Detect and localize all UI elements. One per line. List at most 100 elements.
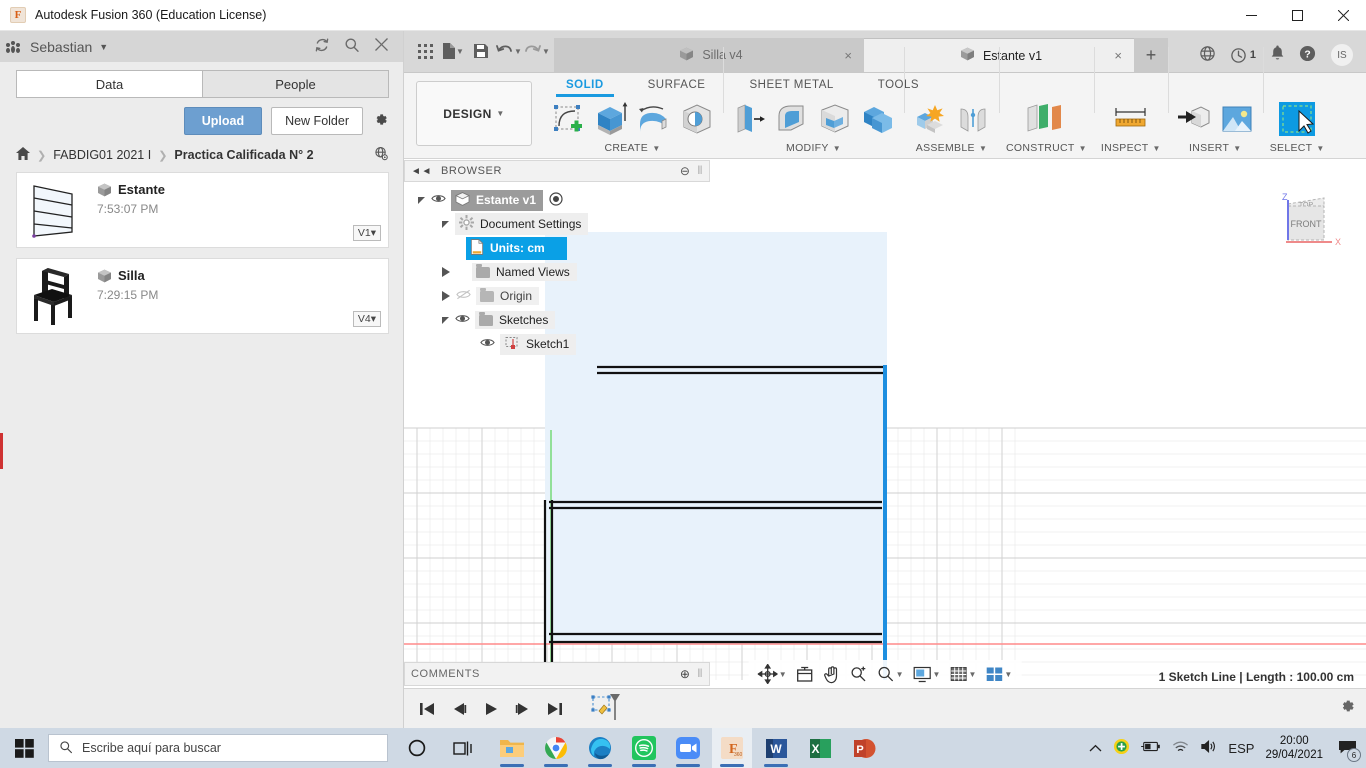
refresh-icon[interactable] (314, 37, 330, 56)
powerpoint-icon[interactable]: P (844, 728, 884, 768)
view-cube[interactable]: TOP FRONT Z X (1272, 186, 1346, 256)
spotify-icon[interactable] (624, 728, 664, 768)
collapse-triangle-icon[interactable] (442, 267, 450, 277)
tree-node-named-views[interactable]: Named Views (404, 260, 710, 284)
chevron-down-icon[interactable]: ▼ (896, 670, 904, 679)
close-button[interactable] (1320, 0, 1366, 31)
comments-panel[interactable]: COMMENTS ⊕ ⦀ (404, 662, 710, 686)
tree-node-pill[interactable]: Origin (476, 287, 540, 305)
tree-node-sketch1[interactable]: Sketch1 (404, 332, 710, 356)
ribbon-group-label[interactable]: INSERT ▼ (1189, 142, 1241, 154)
orbit-icon[interactable]: ▼ (755, 662, 790, 686)
task-view-icon[interactable] (440, 728, 486, 768)
tree-node-sketches[interactable]: Sketches (404, 308, 710, 332)
step-forward-icon[interactable] (510, 696, 536, 722)
show-hidden-icons-icon[interactable] (1089, 741, 1102, 756)
tree-node-pill[interactable]: Document Settings (455, 213, 589, 235)
zoom-icon[interactable] (668, 728, 708, 768)
tree-node-pill[interactable]: Sketches (475, 311, 556, 329)
breadcrumb-project[interactable]: FABDIG01 2021 I (53, 148, 151, 162)
tree-node-pill[interactable]: Sketch1 (500, 333, 577, 355)
create-sketch-icon[interactable] (549, 99, 587, 139)
ribbon-group-label[interactable]: INSPECT ▼ (1101, 142, 1161, 154)
pan-icon[interactable] (820, 663, 844, 686)
timeline-settings-gear-icon[interactable] (1338, 697, 1356, 720)
upload-button[interactable]: Upload (183, 107, 263, 135)
language-indicator[interactable]: ESP (1228, 741, 1254, 756)
recent-jobs-icon[interactable]: 1 (1230, 47, 1256, 64)
document-tab-silla[interactable]: Silla v4 × (554, 38, 864, 72)
new-component-icon[interactable] (911, 99, 949, 139)
help-icon[interactable]: ? (1299, 45, 1316, 66)
volume-icon[interactable] (1200, 739, 1217, 757)
tree-node-pill[interactable]: Units: cm (466, 236, 567, 260)
antivirus-icon[interactable] (1113, 738, 1130, 758)
item-version-badge[interactable]: V1▾ (352, 225, 381, 241)
close-icon[interactable]: × (1114, 48, 1122, 63)
zoom-window-icon[interactable]: ▼ (874, 663, 907, 685)
chevron-down-icon[interactable]: ▼ (968, 670, 976, 679)
visibility-eye-icon[interactable] (431, 193, 446, 207)
grid-apps-icon[interactable] (412, 37, 438, 65)
tree-node-pill[interactable]: Estante v1 (451, 189, 544, 211)
minimize-button[interactable] (1228, 0, 1274, 31)
tree-node-document-settings[interactable]: Document Settings (404, 212, 710, 236)
maximize-button[interactable] (1274, 0, 1320, 31)
revolve-icon[interactable] (635, 99, 673, 139)
new-folder-button[interactable]: New Folder (271, 107, 363, 135)
shell-icon[interactable] (816, 99, 854, 139)
tab-data[interactable]: Data (16, 70, 202, 98)
search-icon[interactable] (344, 37, 360, 56)
visibility-eye-off-icon[interactable] (456, 289, 471, 303)
measure-icon[interactable] (1109, 99, 1153, 139)
clock[interactable]: 20:00 29/04/2021 (1265, 734, 1323, 762)
display-settings-icon[interactable]: ▼ (910, 664, 944, 685)
extrude-icon[interactable] (592, 99, 630, 139)
edge-icon[interactable] (580, 728, 620, 768)
activate-component-icon[interactable] (549, 191, 563, 209)
close-icon[interactable]: × (844, 48, 852, 63)
gear-icon[interactable] (372, 111, 389, 131)
go-to-beginning-icon[interactable] (414, 696, 440, 722)
play-icon[interactable] (478, 696, 504, 722)
expand-triangle-icon[interactable] (442, 316, 449, 324)
action-center-icon[interactable]: 6 (1334, 735, 1361, 762)
ribbon-group-label[interactable]: CONSTRUCT ▼ (1006, 142, 1087, 154)
windows-start-icon[interactable] (0, 728, 48, 768)
cortana-circle-icon[interactable] (394, 728, 440, 768)
chevron-down-icon[interactable]: ▼ (933, 670, 941, 679)
new-file-icon[interactable]: ▼ (440, 37, 466, 65)
new-document-tab-button[interactable]: + (1134, 38, 1168, 72)
visibility-eye-icon[interactable] (455, 313, 470, 327)
chevron-down-icon[interactable]: ▼ (779, 670, 787, 679)
offset-plane-icon[interactable] (1022, 99, 1070, 139)
timeline-feature-sketch1[interactable] (590, 690, 624, 727)
excel-icon[interactable]: X (800, 728, 840, 768)
minus-circle-icon[interactable]: ⊖ (680, 164, 691, 178)
close-panel-icon[interactable] (374, 37, 389, 56)
fusion360-icon[interactable]: F 360 (712, 728, 752, 768)
chevron-down-icon[interactable]: ▼ (99, 42, 108, 52)
chevron-down-icon[interactable]: ▼ (1004, 670, 1012, 679)
joint-icon[interactable] (954, 99, 992, 139)
save-icon[interactable] (468, 37, 494, 65)
expand-triangle-icon[interactable] (442, 220, 449, 228)
bell-icon[interactable] (1270, 45, 1285, 65)
plus-circle-icon[interactable]: ⊕ (680, 667, 691, 681)
wifi-icon[interactable] (1172, 740, 1189, 757)
breadcrumb-folder[interactable]: Practica Calificada N° 2 (174, 148, 313, 162)
ribbon-group-label[interactable]: MODIFY ▼ (786, 142, 841, 154)
battery-icon[interactable] (1141, 740, 1161, 756)
comments-resize-handle[interactable]: ⦀ (698, 668, 703, 681)
viewports-icon[interactable]: ▼ (982, 664, 1015, 685)
chrome-icon[interactable] (536, 728, 576, 768)
combine-icon[interactable] (859, 99, 897, 139)
item-version-badge[interactable]: V4▾ (352, 311, 381, 327)
browser-resize-handle[interactable]: ⦀ (698, 165, 703, 178)
globe-job-icon[interactable] (1199, 45, 1216, 66)
workspace-selector[interactable]: DESIGN ▼ (416, 81, 532, 146)
press-pull-icon[interactable] (730, 99, 768, 139)
list-item[interactable]: Silla 7:29:15 PM V4▾ (16, 258, 389, 334)
visibility-eye-icon[interactable] (480, 337, 495, 351)
avatar[interactable]: IS (1330, 43, 1354, 67)
